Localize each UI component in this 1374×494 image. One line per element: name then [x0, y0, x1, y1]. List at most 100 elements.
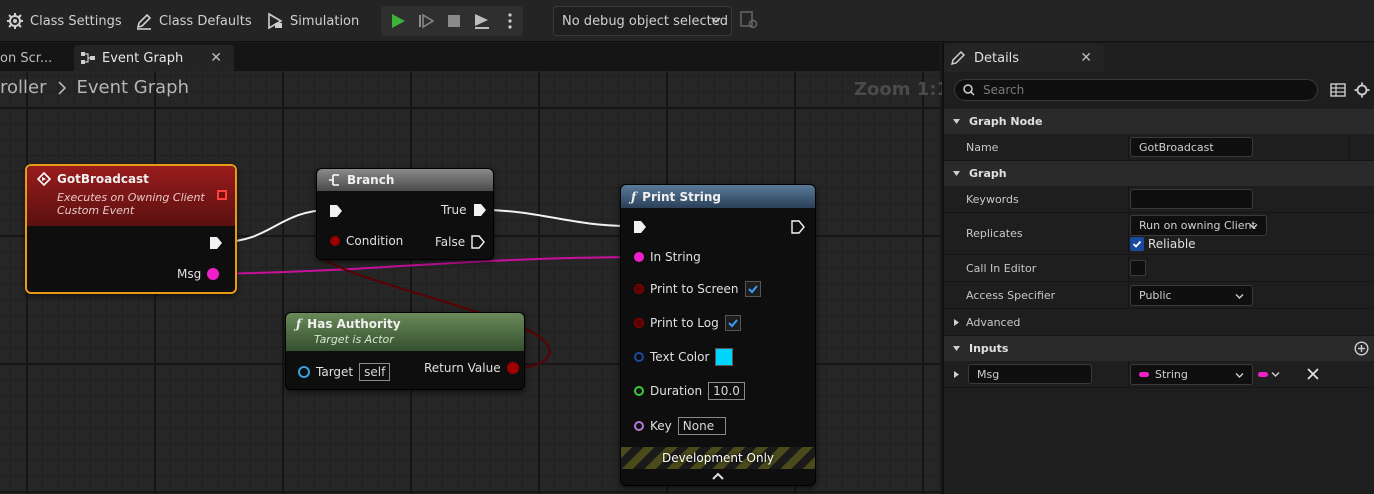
class-defaults-button[interactable]: Class Defaults — [135, 9, 252, 33]
stop-button[interactable] — [443, 10, 465, 32]
node-print-string[interactable]: ƒ Print String In String Print to Screen… — [620, 184, 816, 486]
access-specifier-dropdown[interactable]: Public — [1130, 285, 1253, 306]
reliable-checkbox[interactable] — [1130, 237, 1144, 251]
tab-previous[interactable]: on Scr... — [0, 45, 66, 71]
msg-out-pin[interactable]: Msg — [177, 267, 220, 281]
settings-gear-icon[interactable] — [1354, 82, 1370, 98]
chevron-right-icon — [57, 80, 66, 95]
section-inputs[interactable]: Inputs — [944, 336, 1374, 361]
print-to-log-checkbox[interactable] — [724, 315, 741, 331]
tab-event-graph-label: Event Graph — [102, 50, 184, 66]
print-to-screen-checkbox[interactable] — [744, 281, 761, 297]
name-field[interactable]: GotBroadcast — [1130, 137, 1253, 157]
chevron-right-icon — [954, 318, 959, 326]
struct-pin-icon — [634, 352, 644, 362]
single-container-icon — [1258, 372, 1268, 377]
step-icon — [419, 13, 434, 29]
collapse-arrow-icon[interactable] — [712, 472, 724, 480]
target-value[interactable]: self — [359, 363, 391, 381]
advanced-label: Advanced — [966, 315, 1021, 329]
exec-in-pin[interactable] — [633, 220, 647, 234]
close-tab-icon[interactable]: ✕ — [210, 50, 222, 66]
more-options-button[interactable] — [499, 10, 521, 32]
key-value[interactable]: None — [677, 417, 726, 435]
checkmark-icon — [747, 285, 758, 294]
chevron-down-icon — [953, 119, 960, 124]
chevron-down-icon — [1235, 294, 1244, 299]
node-header: ƒ Print String — [621, 185, 815, 208]
return-value-pin[interactable]: Return Value — [424, 361, 519, 375]
reliable-label: Reliable — [1148, 237, 1196, 251]
input-type-dropdown[interactable]: String — [1130, 364, 1253, 385]
true-exec-pin[interactable]: True — [441, 203, 487, 217]
column-divider — [1128, 255, 1129, 281]
node-branch[interactable]: Branch Condition True False — [316, 168, 494, 260]
object-pin-icon — [298, 366, 310, 378]
chevron-right-icon[interactable] — [952, 370, 961, 379]
name-pin-icon — [634, 421, 644, 431]
keywords-label: Keywords — [966, 192, 1019, 206]
breadcrumb: roller Event Graph — [0, 77, 189, 98]
zoom-level: Zoom 1:1 — [854, 79, 950, 100]
simulation-icon — [268, 12, 283, 30]
exec-in-pin[interactable] — [329, 204, 343, 218]
class-defaults-label: Class Defaults — [159, 13, 252, 29]
in-string-pin[interactable]: In String — [634, 250, 701, 264]
simulation-button[interactable]: Simulation — [266, 9, 359, 33]
chevron-down-icon — [711, 17, 721, 24]
node-subtitle: Target is Actor — [314, 333, 394, 346]
event-icon — [37, 172, 51, 186]
text-color-pin[interactable]: Text Color — [634, 348, 734, 366]
false-exec-pin[interactable]: False — [435, 235, 486, 249]
keywords-field[interactable] — [1130, 189, 1253, 209]
exec-out-pin[interactable] — [209, 236, 223, 250]
section-graph-node[interactable]: Graph Node — [944, 109, 1374, 134]
step-button[interactable] — [415, 10, 437, 32]
reliable-toggle[interactable]: Reliable — [1130, 237, 1196, 251]
section-graph[interactable]: Graph — [944, 161, 1374, 186]
debug-object-dropdown[interactable]: No debug object selected — [553, 6, 732, 36]
row-replicates: Replicates Run on owning Client Reliable — [944, 213, 1374, 255]
row-call-in-editor: Call In Editor — [944, 255, 1374, 282]
print-to-screen-label: Print to Screen — [650, 282, 739, 296]
float-pin-icon — [634, 386, 644, 396]
exec-out-pin[interactable] — [791, 220, 805, 234]
string-pin-icon — [207, 268, 220, 280]
print-to-screen-pin[interactable]: Print to Screen — [634, 281, 761, 297]
duration-value[interactable]: 10.0 — [708, 382, 745, 400]
node-title: GotBroadcast — [57, 172, 149, 186]
class-settings-button[interactable]: Class Settings — [6, 9, 122, 33]
node-has-authority[interactable]: ƒ Has Authority Target is Actor Target s… — [285, 312, 525, 390]
replicates-dropdown[interactable]: Run on owning Client — [1130, 215, 1267, 236]
target-label: Target — [316, 365, 354, 379]
bool-pin-icon — [634, 284, 644, 294]
node-got-broadcast[interactable]: GotBroadcast Executes on Owning Client C… — [25, 164, 237, 294]
eject-button[interactable] — [471, 10, 493, 32]
table-view-icon[interactable] — [1330, 82, 1346, 98]
target-pin[interactable]: Target self — [298, 363, 391, 381]
close-tab-icon[interactable]: ✕ — [1080, 50, 1092, 66]
duration-pin[interactable]: Duration 10.0 — [634, 382, 745, 400]
debug-filter-icon[interactable] — [740, 10, 758, 30]
string-type-icon — [1139, 372, 1149, 377]
play-button[interactable] — [387, 10, 409, 32]
key-pin[interactable]: Key None — [634, 417, 726, 435]
condition-pin[interactable]: Condition — [330, 234, 403, 248]
remove-input-icon[interactable] — [1306, 367, 1320, 381]
column-divider — [1128, 213, 1129, 254]
call-in-editor-checkbox[interactable] — [1130, 260, 1146, 276]
print-to-log-pin[interactable]: Print to Log — [634, 315, 741, 331]
eject-icon — [475, 14, 489, 29]
details-tab[interactable]: Details ✕ — [944, 44, 1104, 72]
input-name-field[interactable]: Msg — [968, 364, 1092, 384]
development-only-label: Development Only — [661, 451, 775, 465]
details-search-input[interactable]: Search — [954, 79, 1318, 101]
stop-icon — [448, 15, 460, 27]
tab-event-graph[interactable]: Event Graph ✕ — [74, 45, 234, 71]
bool-pin-icon — [330, 236, 340, 246]
breadcrumb-parent[interactable]: roller — [0, 77, 47, 98]
text-color-swatch[interactable] — [715, 348, 734, 366]
container-type-dropdown[interactable] — [1258, 370, 1280, 379]
add-input-icon[interactable] — [1354, 341, 1369, 356]
section-advanced[interactable]: Advanced — [944, 309, 1374, 336]
